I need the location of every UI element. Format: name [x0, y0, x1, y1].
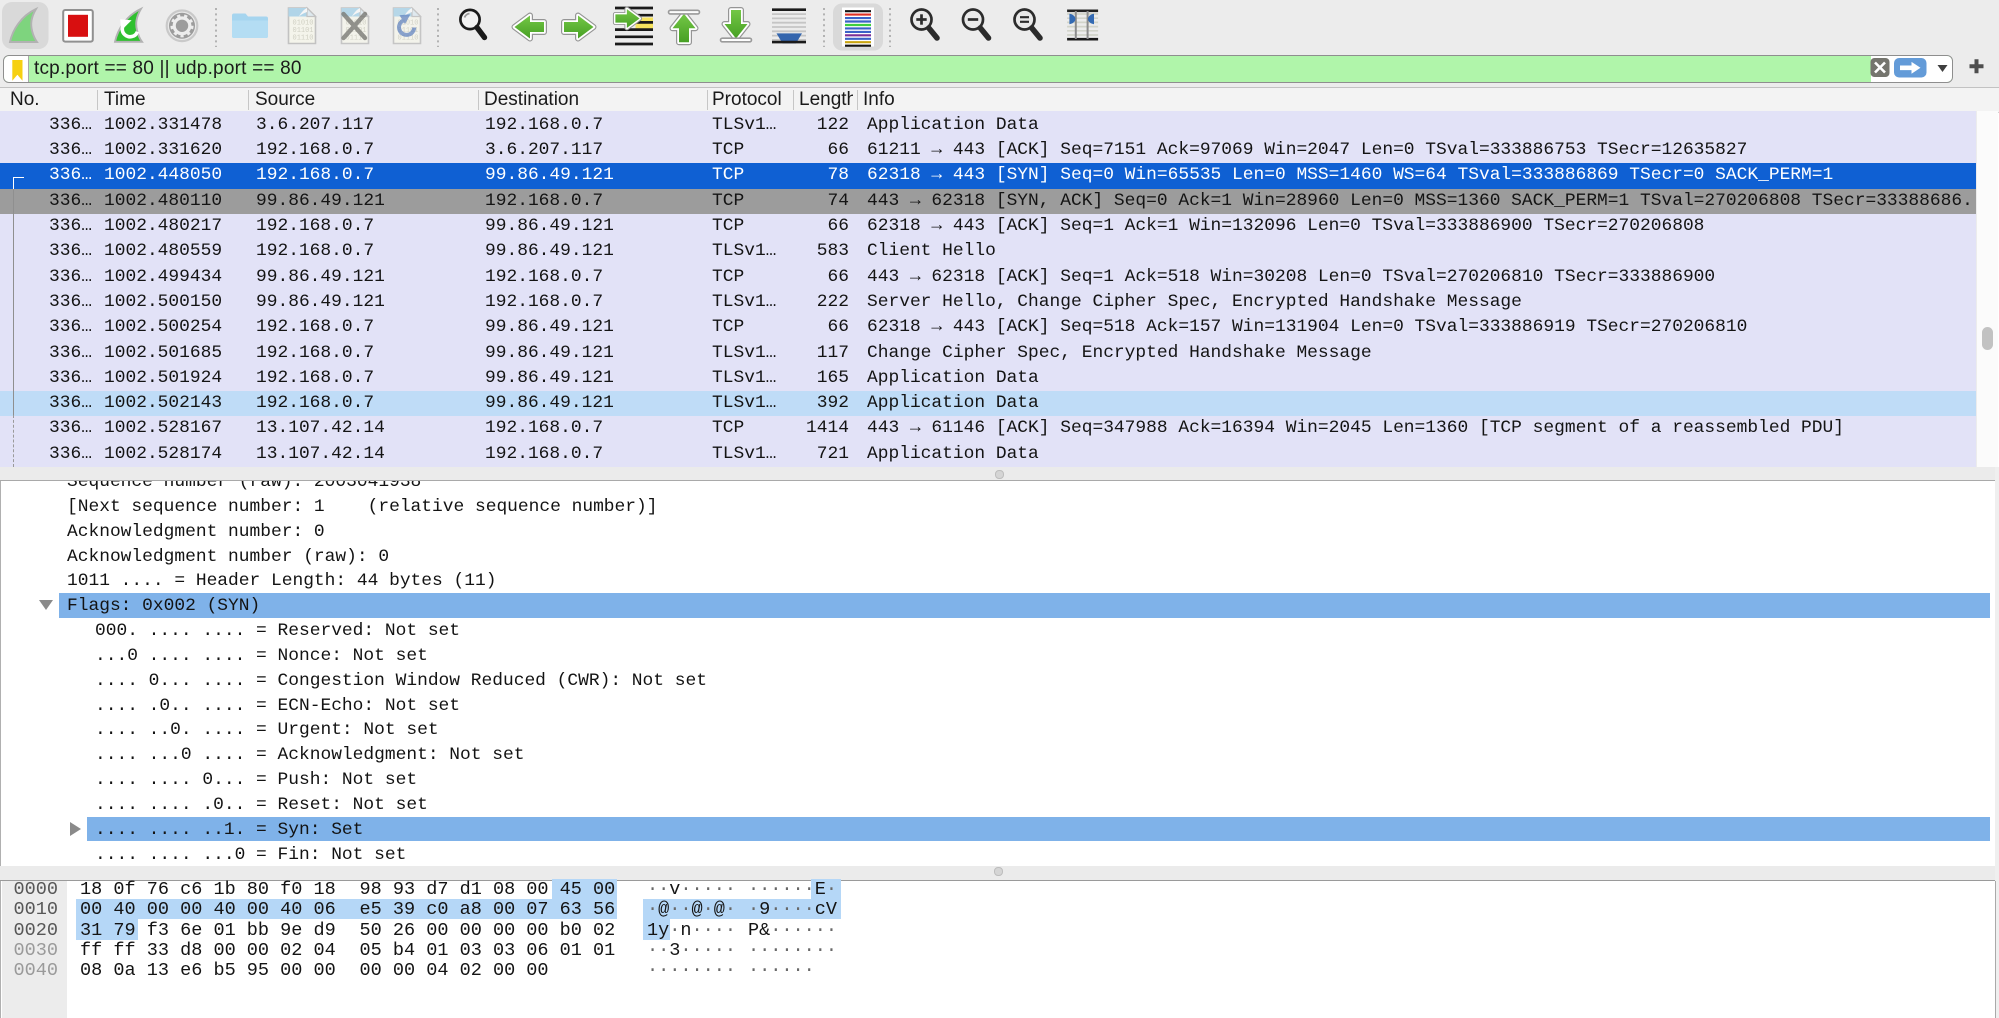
svg-text:01110: 01110	[293, 35, 314, 43]
